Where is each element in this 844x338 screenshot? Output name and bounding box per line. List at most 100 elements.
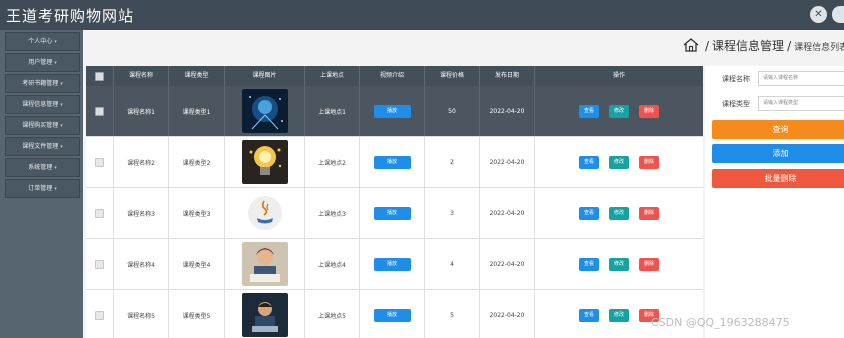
chevron-down-icon: ▾ [54,186,57,192]
chevron-down-icon: ▾ [54,60,57,66]
user-icon[interactable] [832,6,844,23]
chevron-down-icon: ▾ [60,123,63,129]
chevron-down-icon: ▾ [54,165,57,171]
course-price: 3 [425,188,480,238]
add-button[interactable]: 添加 [712,144,844,163]
row-checkbox[interactable] [86,137,114,187]
blue-tech-image [241,89,288,133]
column-header-price[interactable]: 课程价格 [425,66,480,86]
delete-button[interactable]: 删除 [639,257,660,271]
sidebar-item-course-info[interactable]: 课程信息管理 ▾ [5,95,80,114]
delete-button[interactable]: 删除 [639,155,660,169]
course-type: 课程类型3 [169,188,225,238]
course-date: 2022-04-20 [480,188,535,238]
edit-button[interactable]: 修改 [608,155,629,169]
app-title: 王道考研购物网站 [6,7,135,25]
play-video-button[interactable]: 播放 [373,308,411,322]
query-button[interactable]: 查询 [712,120,844,139]
close-icon[interactable]: ✕ [810,6,827,23]
table-row[interactable]: 课程名称1 课程类型1 上课地点1 播放 50 2022-04-20 查看 修改… [86,86,703,137]
child-reading-image [241,242,288,286]
breadcrumb-current: 课程信息列表 [794,43,844,53]
play-video-button[interactable]: 播放 [373,104,411,118]
course-table: 课程名称 课程类型 课程图片 上课地点 视频介绍 课程价格 发布日期 操作 课程… [86,66,703,338]
course-type-search-input[interactable]: 请输入课程类型 [758,96,844,111]
course-date: 2022-04-20 [480,239,535,289]
breadcrumb-section[interactable]: 课程信息管理 [712,39,784,53]
column-header-actions: 操作 [612,72,625,79]
select-all-checkbox[interactable] [86,66,114,86]
view-button[interactable]: 查看 [578,155,599,169]
search-panel: 课程名称 请输入课程名称 课程类型 请输入课程类型 查询 添加 批量删除 [705,66,844,338]
person-laptop-image [241,293,288,337]
course-date: 2022-04-20 [480,290,535,338]
course-date: 2022-04-20 [480,137,535,187]
course-type: 课程类型2 [169,137,225,187]
course-name-label: 课程名称 [722,75,750,83]
row-checkbox[interactable] [86,290,114,338]
row-checkbox[interactable] [86,86,114,136]
column-header-place[interactable]: 上课地点 [305,66,360,86]
chevron-down-icon: ▾ [60,102,63,108]
home-icon[interactable] [683,38,699,52]
edit-button[interactable]: 修改 [608,206,629,220]
row-checkbox[interactable] [86,239,114,289]
play-video-button[interactable]: 播放 [373,257,411,271]
sidebar-item-personal-center[interactable]: 个人中心 ▾ [5,32,80,51]
course-price: 2 [425,137,480,187]
chevron-down-icon: ▾ [60,81,63,87]
course-type: 课程类型1 [169,86,225,136]
course-name: 课程名称2 [114,137,169,187]
edit-button[interactable]: 修改 [608,104,629,118]
course-price: 50 [425,86,480,136]
sidebar: 个人中心 ▾ 用户管理 ▾ 考研书籍管理 ▾ 课程信息管理 ▾ 课程购买管理 ▾ 课程文件… [0,30,83,338]
breadcrumb: / 课程信息管理 / 课程信息列表 [683,37,844,54]
table-row[interactable]: 课程名称2 课程类型2 上课地点2 播放 2 2022-04-20 查看 修改 … [86,137,703,188]
column-header-type[interactable]: 课程类型 [169,66,225,86]
sidebar-item-course-files[interactable]: 课程文件管理 ▾ [5,137,80,156]
course-type-label: 课程类型 [722,100,750,108]
play-video-button[interactable]: 播放 [373,155,411,169]
top-bar: 王道考研购物网站 ✕ [0,0,844,30]
course-place: 上课地点2 [305,137,360,187]
table-row[interactable]: 课程名称5 课程类型5 上课地点5 播放 5 2022-04-20 查看 修改 … [86,290,703,338]
table-row[interactable]: 课程名称3 课程类型3 上课地点3 播放 3 2022-04-20 查看 修改 … [86,188,703,239]
course-name: 课程名称1 [114,86,169,136]
course-type: 课程类型4 [169,239,225,289]
chevron-down-icon: ▾ [54,39,57,45]
sidebar-item-system[interactable]: 系统管理 ▾ [5,158,80,177]
chevron-down-icon: ▾ [60,144,63,150]
column-header-name[interactable]: 课程名称 [114,66,169,86]
course-place: 上课地点5 [305,290,360,338]
course-place: 上课地点3 [305,188,360,238]
sidebar-item-users[interactable]: 用户管理 ▾ [5,53,80,72]
sidebar-item-books[interactable]: 考研书籍管理 ▾ [5,74,80,93]
lightbulb-image [241,140,288,184]
course-type: 课程类型5 [169,290,225,338]
table-row[interactable]: 课程名称4 课程类型4 上课地点4 播放 4 2022-04-20 查看 修改 … [86,239,703,290]
play-video-button[interactable]: 播放 [373,206,411,220]
column-header-date[interactable]: 发布日期 [480,66,535,86]
course-place: 上课地点1 [305,86,360,136]
column-header-video: 视频介绍 [360,66,425,86]
view-button[interactable]: 查看 [578,257,599,271]
course-price: 5 [425,290,480,338]
sidebar-item-orders[interactable]: 订单管理 ▾ [5,179,80,198]
delete-button[interactable]: 删除 [639,104,660,118]
delete-button[interactable]: 删除 [639,206,660,220]
view-button[interactable]: 查看 [578,206,599,220]
view-button[interactable]: 查看 [578,308,599,322]
sidebar-item-course-purchase[interactable]: 课程购买管理 ▾ [5,116,80,135]
batch-delete-button[interactable]: 批量删除 [712,169,844,188]
course-place: 上课地点4 [305,239,360,289]
row-checkbox[interactable] [86,188,114,238]
edit-button[interactable]: 修改 [608,308,629,322]
view-button[interactable]: 查看 [578,104,599,118]
column-header-image: 课程图片 [225,66,305,86]
watermark: CSDN @QQ_1963288475 [651,316,790,329]
course-name: 课程名称5 [114,290,169,338]
course-date: 2022-04-20 [480,86,535,136]
course-price: 4 [425,239,480,289]
edit-button[interactable]: 修改 [608,257,629,271]
course-name-search-input[interactable]: 请输入课程名称 [758,71,844,86]
